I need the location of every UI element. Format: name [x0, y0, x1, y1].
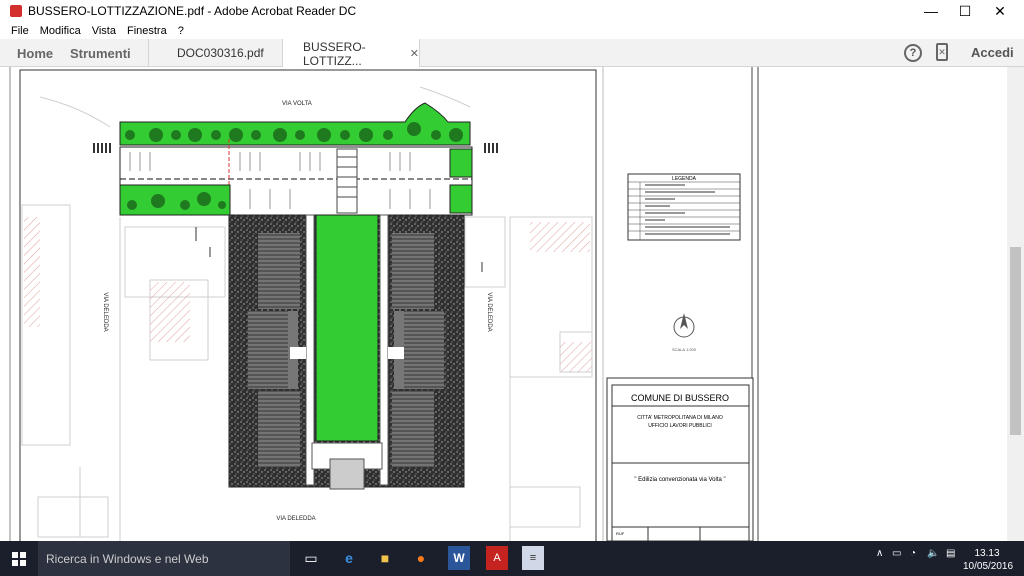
- tab-home[interactable]: Home: [17, 39, 53, 67]
- titleblock-sub2: UFFICIO LAVORI PUBBLICI: [648, 423, 712, 429]
- titleblock-sub1: CITTA' METROPOLITANA DI MILANO: [637, 415, 723, 421]
- word-icon[interactable]: W: [448, 546, 470, 570]
- street-label-top: VIA VOLTA: [282, 101, 312, 107]
- vertical-scrollbar[interactable]: [1007, 67, 1024, 541]
- tab-doc030316-label: DOC030316.pdf: [177, 46, 264, 60]
- titleblock-ruf: RUF: [616, 531, 625, 536]
- windows-icon: [12, 551, 26, 566]
- sign-in-button[interactable]: Accedi: [971, 45, 1014, 60]
- file-explorer-icon[interactable]: ■: [374, 546, 396, 570]
- battery-icon[interactable]: ▭: [892, 548, 901, 559]
- scale-label: SCALA 1:200: [672, 347, 697, 352]
- legend-title: LEGENDA: [672, 176, 697, 182]
- menu-finestra[interactable]: Finestra: [127, 25, 167, 37]
- menu-modifica[interactable]: Modifica: [40, 25, 81, 37]
- titleblock-project: " Edilizia convenzionata via Volta ": [634, 477, 725, 483]
- notification-icon[interactable]: ▤: [946, 548, 955, 559]
- mobile-link-icon[interactable]: ✕: [936, 43, 948, 61]
- document-view[interactable]: VIA VOLTA VIA DELEDDA VIA DELEDDA VIA DE…: [0, 67, 1024, 541]
- street-label-right: VIA DELEDDA: [486, 292, 492, 331]
- edge-icon[interactable]: e: [338, 546, 360, 570]
- clock-date: 10/05/2016: [963, 561, 1014, 572]
- start-button[interactable]: [0, 541, 38, 576]
- volume-icon[interactable]: 🔈: [927, 548, 939, 559]
- notepad-icon[interactable]: ≡: [522, 546, 544, 570]
- tab-close-icon[interactable]: ✕: [410, 47, 419, 60]
- window-title: BUSSERO-LOTTIZZAZIONE.pdf - Adobe Acroba…: [28, 4, 357, 18]
- acrobat-taskbar-icon[interactable]: A: [486, 546, 508, 570]
- firefox-icon[interactable]: ●: [410, 546, 432, 570]
- tray-chevron-icon[interactable]: ∧: [876, 548, 883, 559]
- minimize-button[interactable]: —: [914, 0, 948, 22]
- titleblock-title: COMUNE DI BUSSERO: [631, 393, 729, 403]
- maximize-button[interactable]: ☐: [948, 0, 982, 22]
- menu-file[interactable]: File: [11, 25, 29, 37]
- menu-vista[interactable]: Vista: [92, 25, 116, 37]
- menu-bar: File Modifica Vista Finestra ?: [0, 22, 1024, 39]
- street-label-left: VIA DELEDDA: [102, 292, 108, 331]
- street-label-bottom: VIA DELEDDA: [276, 516, 315, 522]
- tab-bussero[interactable]: BUSSERO-LOTTIZZ... ✕: [282, 39, 420, 68]
- acrobat-icon: [10, 5, 22, 17]
- tab-bar: Home Strumenti DOC030316.pdf BUSSERO-LOT…: [0, 39, 1024, 68]
- task-view-icon[interactable]: ▭: [300, 546, 322, 570]
- close-button[interactable]: ✕: [983, 0, 1017, 22]
- network-icon[interactable]: ◔: [910, 548, 916, 559]
- scrollbar-thumb[interactable]: [1010, 247, 1021, 435]
- taskbar-search[interactable]: Ricerca in Windows e nel Web: [38, 541, 290, 576]
- taskbar: Ricerca in Windows e nel Web: [0, 541, 1024, 576]
- title-bar: BUSSERO-LOTTIZZAZIONE.pdf - Adobe Acroba…: [0, 0, 1024, 22]
- menu-help[interactable]: ?: [178, 25, 184, 37]
- tab-tools[interactable]: Strumenti: [70, 39, 131, 67]
- help-icon[interactable]: ?: [904, 44, 922, 62]
- taskbar-clock[interactable]: 13.13 10/05/2016: [963, 547, 1014, 573]
- tab-bussero-label: BUSSERO-LOTTIZZ...: [303, 39, 366, 68]
- tab-doc030316[interactable]: DOC030316.pdf: [148, 39, 281, 67]
- clock-time: 13.13: [974, 548, 1000, 559]
- site-plan-drawing: VIA VOLTA VIA DELEDDA VIA DELEDDA VIA DE…: [9, 67, 759, 541]
